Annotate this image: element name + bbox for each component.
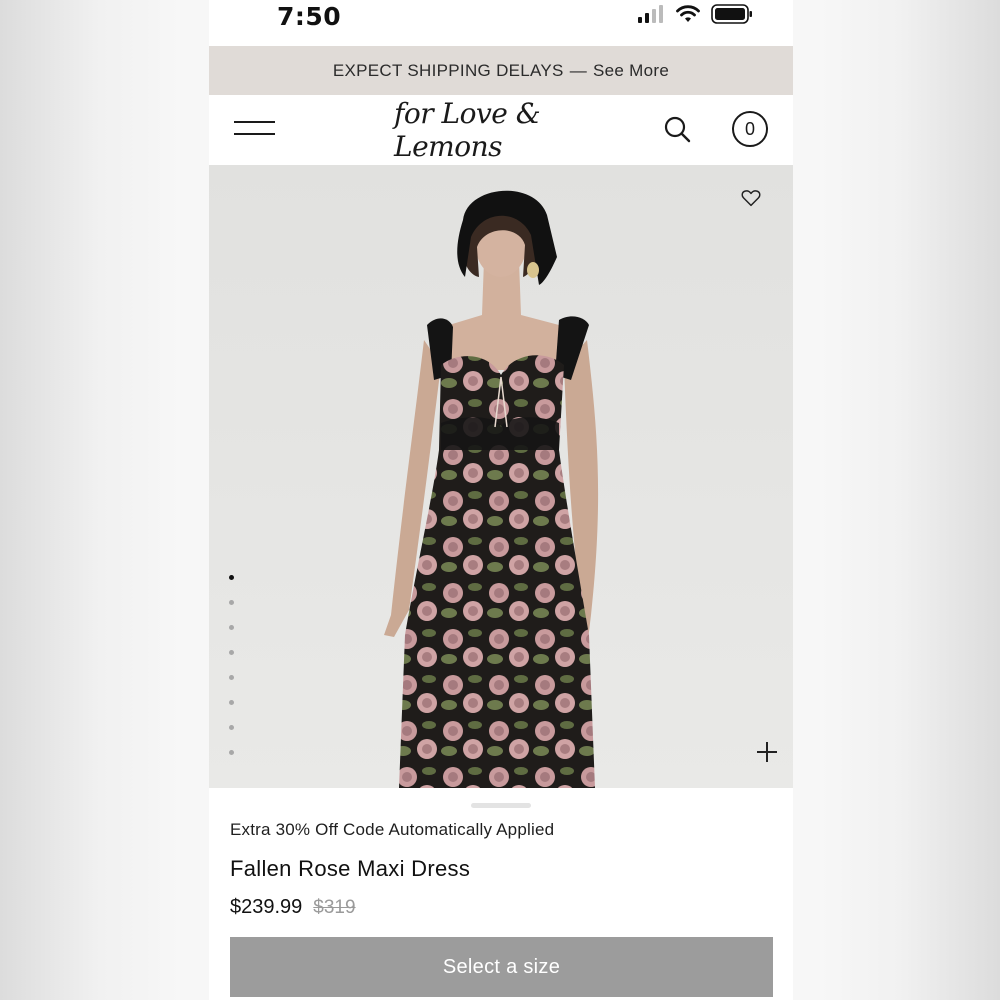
hamburger-menu-icon[interactable] — [234, 117, 276, 143]
status-time: 7:50 — [277, 2, 342, 31]
plus-icon[interactable] — [755, 740, 779, 764]
select-size-button[interactable]: Select a size — [230, 937, 773, 997]
carousel-dot[interactable] — [229, 575, 234, 580]
original-price: $319 — [313, 897, 356, 918]
carousel-dot[interactable] — [229, 700, 234, 705]
product-photo — [384, 190, 599, 788]
product-title: Fallen Rose Maxi Dress — [230, 856, 471, 881]
battery-icon — [711, 4, 752, 24]
see-more-link[interactable]: See More — [593, 61, 669, 81]
wifi-icon — [676, 5, 700, 22]
price-row: $239.99 $319 — [230, 896, 356, 919]
carousel-dot[interactable] — [229, 725, 234, 730]
carousel-dot[interactable] — [229, 750, 234, 755]
heart-icon[interactable] — [740, 187, 762, 209]
carousel-dot[interactable] — [229, 675, 234, 680]
cellular-signal-icon — [638, 5, 663, 23]
site-header: for Love & Lemons 0 — [209, 95, 793, 165]
carousel-dot[interactable] — [229, 600, 234, 605]
cart-button[interactable]: 0 — [732, 111, 768, 147]
banner-message: EXPECT SHIPPING DELAYS — [332, 60, 564, 80]
banner-separator: — — [569, 60, 588, 80]
cart-count: 0 — [744, 118, 755, 139]
brand-logo[interactable]: for Love & Lemons — [394, 97, 609, 163]
carousel-dot[interactable] — [229, 625, 234, 630]
search-icon[interactable] — [663, 115, 693, 145]
status-icons — [637, 4, 753, 24]
carousel-dot[interactable] — [229, 650, 234, 655]
shipping-banner[interactable]: EXPECT SHIPPING DELAYS — See More — [209, 46, 793, 95]
sheet-drag-handle[interactable] — [471, 803, 531, 808]
status-bar: 7:50 — [209, 0, 793, 46]
product-image-carousel[interactable] — [209, 165, 793, 788]
phone-screen: 7:50 EXPECT SHIPPING DELAYS — See More f… — [209, 0, 793, 1000]
promo-text: Extra 30% Off Code Automatically Applied — [230, 820, 555, 839]
current-price: $239.99 — [230, 896, 303, 918]
